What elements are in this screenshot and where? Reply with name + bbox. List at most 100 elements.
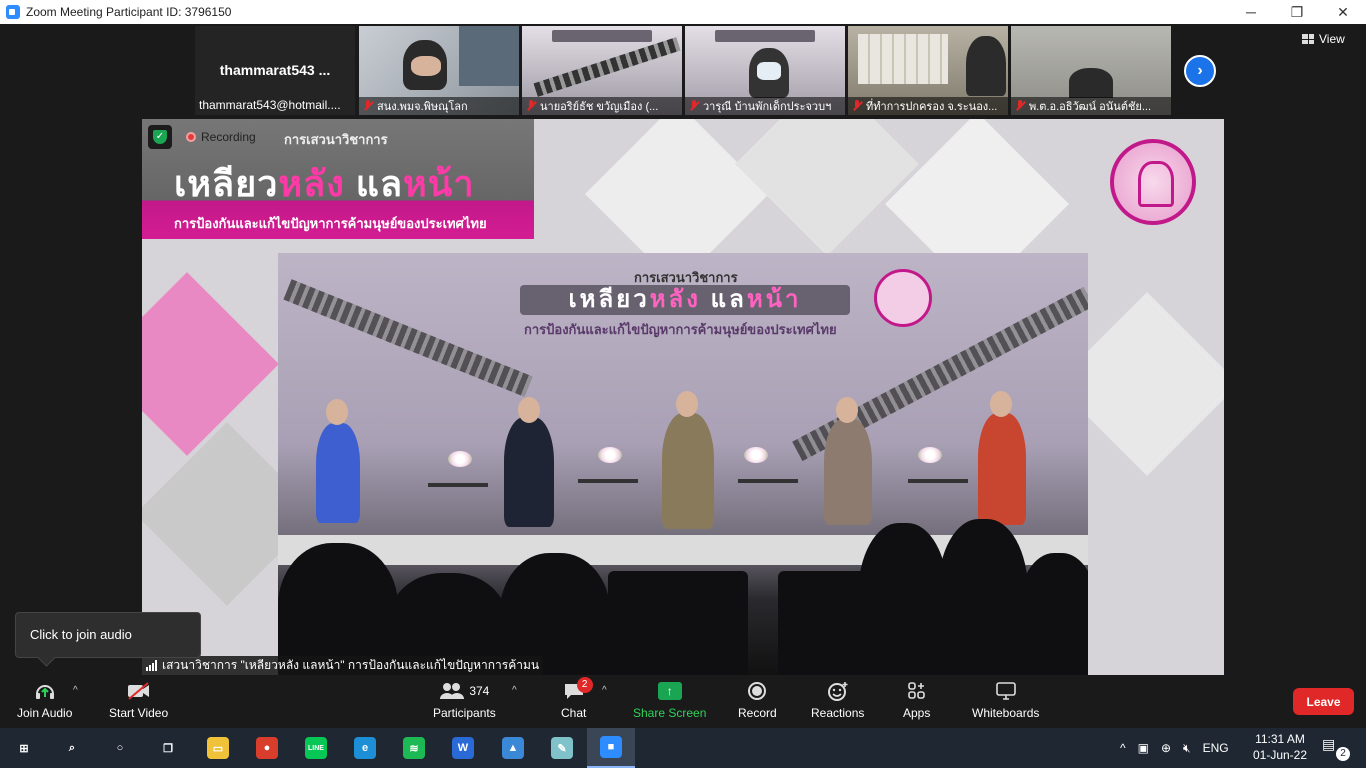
audio-options-caret-icon[interactable]: ^ bbox=[73, 685, 78, 696]
signal-strength-icon bbox=[146, 660, 157, 671]
participant-tile[interactable]: นายอริย์ธัช ขวัญเมือง (... bbox=[522, 26, 682, 115]
ministry-seal-logo bbox=[1110, 139, 1196, 225]
participants-options-caret-icon[interactable]: ^ bbox=[512, 685, 517, 696]
self-name: thammarat543 ... bbox=[219, 62, 331, 78]
apps-button[interactable]: Apps bbox=[903, 681, 930, 720]
taskbar-clock[interactable]: 11:31 AM 01-Jun-22 bbox=[1250, 731, 1310, 763]
apps-icon bbox=[907, 681, 927, 701]
windows-taskbar: ⊞ ⌕ ○ ❐ ▭ ● LINE e ≋ W ▲ ✎ ■ ^ ▣ ⊕ 🔇︎ ENG 11:31 AM 0… bbox=[0, 728, 1366, 768]
caption-text: เสวนาวิชาการ "เหลียวหลัง แลหน้า" การป้อง… bbox=[162, 658, 540, 672]
taskbar-photos-button[interactable]: ▲ bbox=[489, 728, 537, 768]
view-label: View bbox=[1319, 32, 1345, 46]
whiteboards-button[interactable]: Whiteboards bbox=[972, 681, 1039, 720]
share-screen-button[interactable]: ↑ Share Screen bbox=[633, 681, 706, 720]
line-icon: LINE bbox=[305, 737, 327, 759]
join-audio-button[interactable]: Join Audio bbox=[17, 681, 72, 720]
taskbar-start-button[interactable]: ⊞ bbox=[0, 728, 48, 768]
chrome-icon: ● bbox=[256, 737, 278, 759]
chat-options-caret-icon[interactable]: ^ bbox=[602, 685, 607, 696]
taskbar-line-button[interactable]: LINE bbox=[292, 728, 340, 768]
participant-tile[interactable]: วารุณี บ้านพักเด็กประจวบฯ bbox=[685, 26, 845, 115]
banner-title: เหลียวหลัง แลหน้า bbox=[174, 163, 475, 204]
taskbar-search-button[interactable]: ⌕ bbox=[48, 728, 96, 768]
volume-muted-icon[interactable]: 🔇︎ bbox=[1183, 741, 1191, 756]
taskbar-notes-button[interactable]: ✎ bbox=[538, 728, 586, 768]
chevron-right-icon: › bbox=[1197, 62, 1203, 79]
self-video-tile[interactable]: thammarat543 ... thammarat543@hotmail...… bbox=[195, 26, 355, 115]
speaker bbox=[316, 423, 360, 523]
participant-tile[interactable]: สนง.พมจ.พิษณุโลก bbox=[359, 26, 519, 115]
chat-unread-badge: 2 bbox=[576, 677, 593, 693]
notification-center-icon[interactable]: ▤ 2 bbox=[1322, 736, 1350, 761]
taskbar-cortana-button[interactable]: ○ bbox=[96, 728, 144, 768]
film-strip-graphic bbox=[533, 37, 681, 97]
taskbar-edge-button[interactable]: e bbox=[341, 728, 389, 768]
taskbar-task-view-button[interactable]: ❐ bbox=[144, 728, 192, 768]
participant-name: นายอริย์ธัช ขวัญเมือง (... bbox=[540, 101, 659, 113]
reactions-button[interactable]: Reactions bbox=[811, 681, 864, 720]
clock-time: 11:31 AM bbox=[1255, 732, 1305, 746]
taskbar-chrome-button[interactable]: ● bbox=[243, 728, 291, 768]
mic-muted-icon bbox=[363, 100, 373, 112]
participant-face bbox=[411, 56, 441, 76]
participant-person bbox=[966, 36, 1006, 96]
leave-button[interactable]: Leave bbox=[1293, 688, 1354, 715]
restore-icon[interactable]: ❐ bbox=[1274, 0, 1320, 24]
taskbar-webex-button[interactable]: W bbox=[439, 728, 487, 768]
speaker bbox=[662, 413, 714, 529]
taskbar-file-explorer-button[interactable]: ▭ bbox=[194, 728, 242, 768]
flower-arrangement bbox=[598, 447, 622, 463]
tooltip-text: Click to join audio bbox=[30, 627, 132, 642]
speaker-head bbox=[676, 391, 698, 417]
record-button[interactable]: Record bbox=[738, 681, 777, 720]
taskbar-zoom-button[interactable]: ■ bbox=[587, 728, 635, 768]
banner-tagline: การป้องกันและแก้ไขปัญหาการค้ามนุษย์ของปร… bbox=[174, 216, 487, 231]
participant-label: นายอริย์ธัช ขวัญเมือง (... bbox=[522, 97, 682, 115]
webex-icon: W bbox=[452, 737, 474, 759]
zoom-app-icon bbox=[6, 5, 20, 19]
show-hidden-icons-icon[interactable]: ^ bbox=[1120, 741, 1126, 755]
recording-indicator: ✓ Recording bbox=[148, 125, 262, 149]
join-audio-label: Join Audio bbox=[17, 706, 73, 720]
view-button[interactable]: View bbox=[1302, 32, 1345, 46]
participant-tile[interactable]: พ.ต.อ.อธิวัฒน์ อนันต์ชัย... bbox=[1011, 26, 1171, 115]
mic-muted-icon bbox=[526, 100, 536, 112]
mic-muted-icon bbox=[852, 100, 862, 112]
participant-label: สนง.พมจ.พิษณุโลก bbox=[359, 97, 519, 115]
audience-member bbox=[1018, 553, 1088, 675]
speaker bbox=[824, 419, 872, 525]
chat-button[interactable]: 2 Chat bbox=[561, 677, 593, 720]
join-audio-tooltip: Click to join audio bbox=[15, 612, 201, 658]
chat-label: Chat bbox=[561, 706, 587, 720]
reactions-label: Reactions bbox=[811, 706, 865, 720]
system-tray: ^ ▣ ⊕ 🔇︎ ENG bbox=[1120, 728, 1229, 768]
shared-screen: การเสวนาวิชาการ เหลียวหลัง แลหน้า การป้อ… bbox=[142, 119, 1224, 675]
speaker-head bbox=[836, 397, 858, 423]
backdrop-title: เหลียวหลัง แลหน้า bbox=[520, 285, 850, 315]
close-icon[interactable]: ✕ bbox=[1320, 0, 1366, 24]
participant-person bbox=[1069, 68, 1113, 98]
grid-view-icon bbox=[1302, 34, 1314, 44]
apps-label: Apps bbox=[903, 706, 931, 720]
meet-now-icon[interactable]: ▣ bbox=[1138, 741, 1149, 755]
security-shield-icon[interactable]: ✓ bbox=[148, 125, 172, 149]
whiteboards-label: Whiteboards bbox=[972, 706, 1040, 720]
flower-arrangement bbox=[918, 447, 942, 463]
taskbar-spotify-button[interactable]: ≋ bbox=[390, 728, 438, 768]
participant-slide-title bbox=[552, 30, 652, 42]
search-icon: ⌕ bbox=[61, 737, 83, 759]
participants-button[interactable]: 374 Participants bbox=[433, 681, 496, 720]
edge-icon: e bbox=[354, 737, 376, 759]
cortana-icon: ○ bbox=[109, 737, 131, 759]
next-page-button[interactable]: › bbox=[1184, 55, 1216, 87]
network-globe-icon[interactable]: ⊕ bbox=[1161, 741, 1171, 755]
participants-count: 374 bbox=[469, 684, 490, 698]
start-video-button[interactable]: Start Video bbox=[109, 681, 168, 720]
start-icon: ⊞ bbox=[13, 737, 35, 759]
participant-tile[interactable]: ที่ทำการปกครอง จ.ระนอง... bbox=[848, 26, 1008, 115]
participant-background bbox=[459, 26, 519, 86]
recording-label: Recording bbox=[201, 130, 256, 144]
participant-slide-title bbox=[715, 30, 815, 42]
minimize-icon[interactable]: ─ bbox=[1228, 0, 1274, 24]
language-indicator[interactable]: ENG bbox=[1203, 741, 1229, 755]
